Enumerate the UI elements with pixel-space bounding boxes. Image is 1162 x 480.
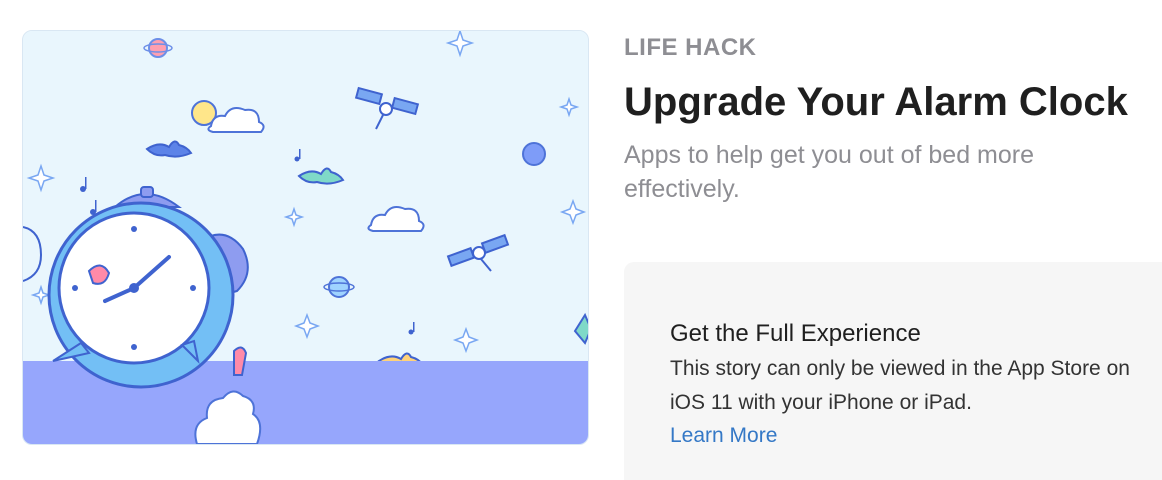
full-experience-title: Get the Full Experience xyxy=(670,320,921,347)
story-title: Upgrade Your Alarm Clock xyxy=(624,80,1128,124)
alarm-clock-illustration xyxy=(23,31,588,444)
story-hero-image xyxy=(22,30,589,445)
full-experience-body: This story can only be viewed in the App… xyxy=(670,357,1130,414)
story-subtitle: Apps to help get you out of bed more eff… xyxy=(624,141,1034,203)
full-experience-panel: Get the Full Experience This story can o… xyxy=(624,262,1162,480)
story-content: LIFE HACK Upgrade Your Alarm Clock Apps … xyxy=(624,0,1162,480)
story-eyebrow: LIFE HACK xyxy=(624,34,757,61)
learn-more-link[interactable]: Learn More xyxy=(670,419,777,453)
